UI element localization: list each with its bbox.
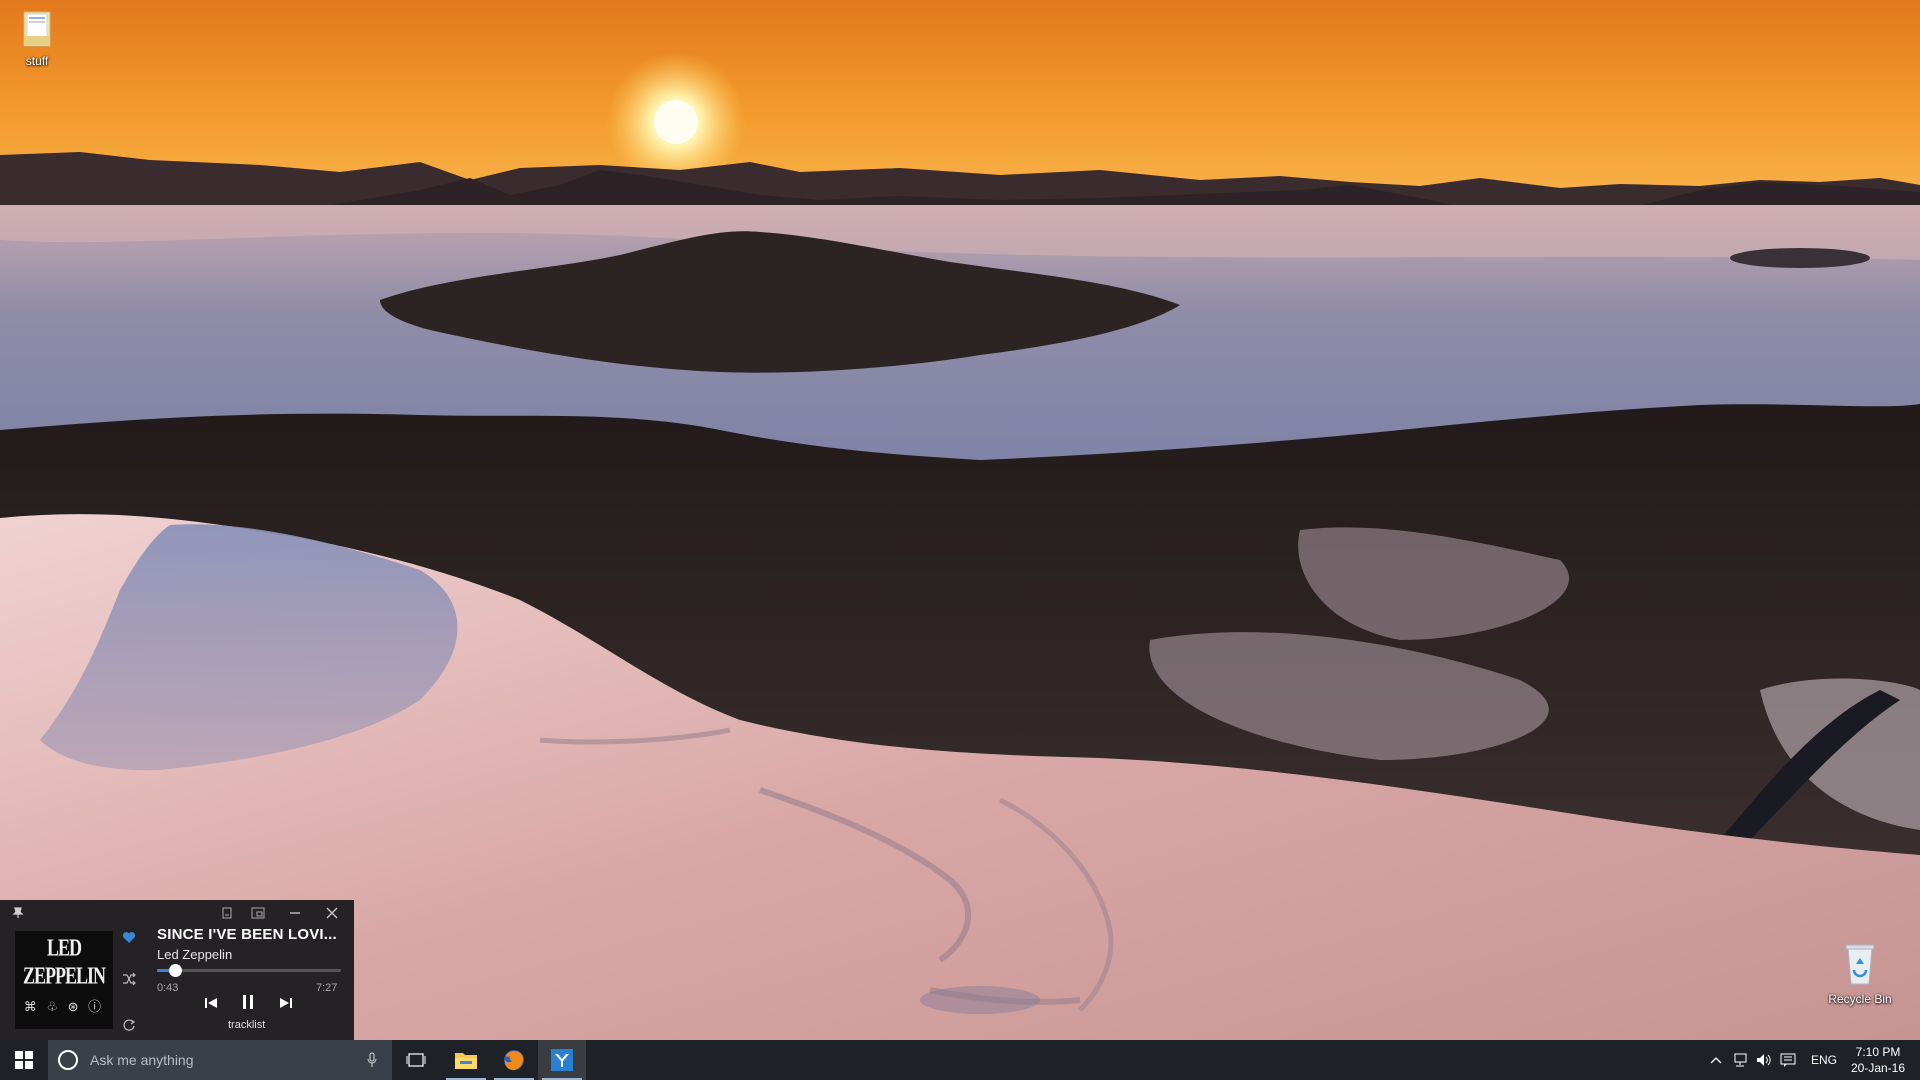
action-center-icon[interactable] — [1776, 1040, 1800, 1080]
desktop-wallpaper — [0, 0, 1920, 1040]
desktop-icon-stuff[interactable]: stuff — [0, 8, 82, 68]
music-player-button[interactable] — [538, 1040, 586, 1080]
taskbar: Ask me anything ENG 7:10 PM 20-Jan-16 — [0, 1040, 1920, 1080]
firefox-icon — [504, 1050, 524, 1071]
shuffle-icon[interactable] — [120, 970, 138, 988]
input-language-indicator[interactable]: ENG — [1806, 1040, 1842, 1080]
repeat-icon[interactable] — [120, 1016, 138, 1034]
cortana-search-box[interactable]: Ask me anything — [48, 1040, 392, 1080]
show-hidden-icons-chevron-icon[interactable] — [1706, 1040, 1726, 1080]
elapsed-time: 0:43 — [157, 982, 179, 994]
close-icon[interactable] — [322, 905, 342, 921]
network-icon[interactable] — [1728, 1040, 1752, 1080]
cortana-icon — [58, 1050, 78, 1070]
compact-mode-icon[interactable] — [218, 905, 236, 921]
music-player-icon — [551, 1049, 573, 1071]
recycle-bin-icon — [1845, 944, 1875, 985]
windows-logo-icon — [15, 1051, 33, 1069]
file-explorer-icon — [455, 1053, 477, 1069]
pause-icon[interactable] — [236, 990, 260, 1014]
total-time: 7:27 — [316, 982, 338, 994]
search-placeholder: Ask me anything — [90, 1052, 194, 1068]
pin-icon[interactable] — [10, 905, 26, 921]
tracklist-link[interactable]: tracklist — [228, 1019, 265, 1031]
firefox-button[interactable] — [490, 1040, 538, 1080]
previous-track-icon[interactable] — [200, 992, 222, 1014]
folder-icon — [23, 11, 51, 47]
desktop-icon-label: Recycle Bin — [1828, 992, 1892, 1006]
album-art[interactable]: LED ZEPPELIN ⌘ ♧ ⊛ ⓘ — [14, 930, 114, 1030]
seek-bar[interactable] — [157, 964, 341, 977]
clock[interactable]: 7:10 PM 20-Jan-16 — [1846, 1044, 1910, 1076]
minimize-icon[interactable] — [285, 905, 305, 921]
task-view-icon — [406, 1053, 426, 1067]
zoso-symbols-icon: ⌘ ♧ ⊛ ⓘ — [23, 999, 105, 1014]
favorite-heart-icon[interactable] — [120, 928, 138, 946]
track-artist: Led Zeppelin — [157, 947, 233, 962]
album-art-text: LED ZEPPELIN — [22, 933, 106, 989]
start-button[interactable] — [0, 1040, 48, 1080]
music-mini-player: LED ZEPPELIN ⌘ ♧ ⊛ ⓘ SINCE I'VE BEEN LOV… — [0, 900, 354, 1040]
microphone-icon[interactable] — [364, 1050, 380, 1070]
next-track-icon[interactable] — [275, 992, 297, 1014]
volume-icon[interactable] — [1752, 1040, 1776, 1080]
seek-handle[interactable] — [168, 964, 182, 977]
task-view-button[interactable] — [392, 1040, 440, 1080]
file-explorer-button[interactable] — [442, 1040, 490, 1080]
clock-date: 20-Jan-16 — [1850, 1061, 1906, 1075]
clock-time: 7:10 PM — [1855, 1045, 1901, 1059]
expand-icon[interactable] — [248, 905, 268, 921]
desktop-icon-recycle-bin[interactable]: Recycle Bin — [1815, 940, 1905, 1006]
track-title: SINCE I'VE BEEN LOVI... — [157, 926, 337, 943]
desktop-icon-label: stuff — [25, 54, 49, 68]
